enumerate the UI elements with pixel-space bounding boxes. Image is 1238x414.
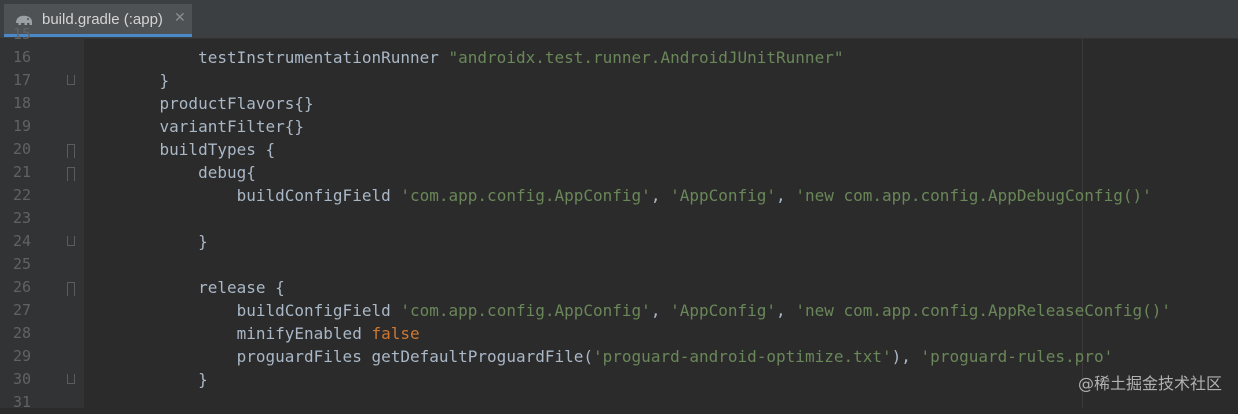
line-number: 26 xyxy=(12,278,31,296)
code-token: , xyxy=(776,301,796,320)
code-line[interactable]: 27 buildConfigField 'com.app.config.AppC… xyxy=(0,299,1238,322)
code-token: 'AppConfig' xyxy=(670,186,777,205)
code-text: buildConfigField 'com.app.config.AppConf… xyxy=(121,184,1152,207)
code-text: productFlavors{} xyxy=(121,92,314,115)
fold-marker-icon[interactable] xyxy=(67,282,75,296)
line-number: 19 xyxy=(12,117,31,135)
code-text: } xyxy=(121,368,208,391)
code-token: 'AppConfig' xyxy=(670,301,777,320)
code-line[interactable]: 22 buildConfigField 'com.app.config.AppC… xyxy=(0,184,1238,207)
code-text: } xyxy=(121,230,208,253)
code-token: 'com.app.config.AppConfig' xyxy=(400,186,651,205)
code-line[interactable]: 19 variantFilter{} xyxy=(0,115,1238,138)
code-token: minifyEnabled xyxy=(121,324,372,343)
code-token: 'com.app.config.AppConfig' xyxy=(400,301,651,320)
code-token: debug{ xyxy=(121,163,256,182)
line-number: 17 xyxy=(12,71,31,89)
code-text: buildConfigField 'com.app.config.AppConf… xyxy=(121,299,1171,322)
code-text: } xyxy=(121,69,170,92)
code-token: 'new com.app.config.AppDebugConfig()' xyxy=(795,186,1152,205)
code-token: productFlavors{} xyxy=(121,94,314,113)
code-token: , xyxy=(776,186,796,205)
line-number: 20 xyxy=(12,140,31,158)
fold-marker-icon[interactable] xyxy=(67,144,75,158)
code-token: } xyxy=(121,71,170,90)
code-line[interactable]: 16 testInstrumentationRunner "androidx.t… xyxy=(0,46,1238,69)
code-line[interactable]: 24 } xyxy=(0,230,1238,253)
fold-marker-icon[interactable] xyxy=(67,167,75,181)
code-token: , xyxy=(650,301,671,320)
code-line[interactable]: 25 xyxy=(0,253,1238,276)
line-number: 21 xyxy=(12,163,31,181)
code-text: proguardFiles getDefaultProguardFile('pr… xyxy=(121,345,1114,368)
line-number: 23 xyxy=(12,209,31,227)
line-number: 16 xyxy=(12,48,31,66)
code-token: , xyxy=(650,186,671,205)
line-number: 24 xyxy=(12,232,31,250)
code-line[interactable]: 17 } xyxy=(0,69,1238,92)
watermark: @稀土掘金技术社区 xyxy=(1077,374,1222,393)
code-token: "androidx.test.runner.AndroidJUnitRunner… xyxy=(448,48,844,67)
code-editor[interactable]: 15 16 testInstrumentationRunner "androidx… xyxy=(0,25,1238,411)
code-token: variantFilter{} xyxy=(121,117,305,136)
code-line[interactable]: 20 buildTypes { xyxy=(0,138,1238,161)
line-number: 18 xyxy=(12,94,31,112)
code-token: buildConfigField xyxy=(121,301,401,320)
code-token: buildConfigField xyxy=(121,186,401,205)
code-text: testInstrumentationRunner "androidx.test… xyxy=(121,46,843,69)
line-number: 15 xyxy=(12,25,31,43)
code-token: false xyxy=(371,324,420,343)
line-number: 31 xyxy=(12,393,31,411)
code-text: minifyEnabled false xyxy=(121,322,420,345)
code-token: ), xyxy=(891,347,921,366)
code-token: testInstrumentationRunner xyxy=(121,48,449,67)
code-line[interactable]: 26 release { xyxy=(0,276,1238,299)
code-line[interactable]: 30 } xyxy=(0,368,1238,391)
code-line[interactable]: 15 xyxy=(0,23,1238,46)
fold-marker-icon[interactable] xyxy=(67,374,75,384)
line-number: 29 xyxy=(12,347,31,365)
code-token: 'new com.app.config.AppReleaseConfig()' xyxy=(795,301,1171,320)
code-text: debug{ xyxy=(121,161,256,184)
code-token: proguardFiles getDefaultProguardFile( xyxy=(121,347,594,366)
line-number: 27 xyxy=(12,301,31,319)
code-token: 'proguard-rules.pro' xyxy=(920,347,1114,366)
code-text: release { xyxy=(121,276,285,299)
code-text: variantFilter{} xyxy=(121,115,305,138)
fold-marker-icon[interactable] xyxy=(67,75,75,85)
code-token: } xyxy=(121,370,208,389)
code-line[interactable]: 28 minifyEnabled false xyxy=(0,322,1238,345)
code-line[interactable]: 29 proguardFiles getDefaultProguardFile(… xyxy=(0,345,1238,368)
line-number: 30 xyxy=(12,370,31,388)
code-line[interactable]: 31 xyxy=(0,391,1238,414)
code-text: buildTypes { xyxy=(121,138,276,161)
code-token: 'proguard-android-optimize.txt' xyxy=(593,347,892,366)
line-number: 28 xyxy=(12,324,31,342)
code-token: buildTypes { xyxy=(121,140,276,159)
fold-marker-icon[interactable] xyxy=(67,236,75,246)
code-token: release { xyxy=(121,278,285,297)
code-token: } xyxy=(121,232,208,251)
code-line[interactable]: 18 productFlavors{} xyxy=(0,92,1238,115)
code-line[interactable]: 23 xyxy=(0,207,1238,230)
code-line[interactable]: 21 debug{ xyxy=(0,161,1238,184)
line-number: 22 xyxy=(12,186,31,204)
line-number: 25 xyxy=(12,255,31,273)
